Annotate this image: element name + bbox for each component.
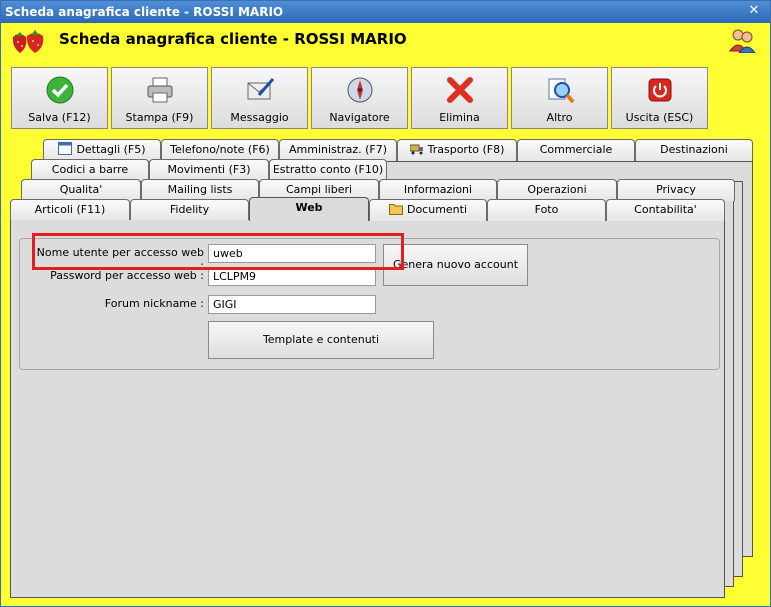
tab-label: Privacy xyxy=(656,183,696,196)
tab-label: Campi liberi xyxy=(285,183,353,196)
tab-movimenti[interactable]: Movimenti (F3) xyxy=(149,159,269,181)
check-icon xyxy=(46,76,74,104)
tab-label: Destinazioni xyxy=(660,143,728,156)
delete-label: Elimina xyxy=(439,111,480,124)
tab-fidelity[interactable]: Fidelity xyxy=(130,199,249,221)
tab-label: Mailing lists xyxy=(167,183,233,196)
exit-button[interactable]: Uscita (ESC) xyxy=(611,67,708,129)
print-button[interactable]: Stampa (F9) xyxy=(111,67,208,129)
tab-label: Articoli (F11) xyxy=(34,203,106,216)
folder-icon xyxy=(388,204,403,215)
truck-icon xyxy=(409,144,423,155)
tab-operazioni[interactable]: Operazioni xyxy=(497,179,617,201)
users-icon[interactable] xyxy=(728,27,756,53)
tab-articoli[interactable]: Articoli (F11) xyxy=(10,199,130,221)
tab-privacy[interactable]: Privacy xyxy=(617,179,735,201)
tab-label: Movimenti (F3) xyxy=(167,163,251,176)
more-label: Altro xyxy=(546,111,573,124)
delete-button[interactable]: Elimina xyxy=(411,67,508,129)
tab-documenti[interactable]: Documenti xyxy=(369,199,487,221)
tab-label: Fidelity xyxy=(169,203,210,216)
more-button[interactable]: Altro xyxy=(511,67,608,129)
tab-label: Foto xyxy=(534,203,559,216)
tab-qualita[interactable]: Qualita' xyxy=(21,179,141,201)
strawberries-icon xyxy=(12,30,44,53)
window-title: Scheda anagrafica cliente - ROSSI MARIO xyxy=(5,5,284,19)
tab-trasporto[interactable]: Trasporto (F8) xyxy=(397,139,517,161)
magnifier-icon xyxy=(548,78,575,104)
tab-label: Trasporto (F8) xyxy=(427,143,505,156)
tab-web[interactable]: Web xyxy=(249,197,369,221)
calendar-icon xyxy=(58,142,73,155)
tab-informazioni[interactable]: Informazioni xyxy=(379,179,497,201)
title-bar[interactable]: Scheda anagrafica cliente - ROSSI MARIO … xyxy=(1,1,770,23)
save-label: Salva (F12) xyxy=(28,111,91,124)
save-button[interactable]: Salva (F12) xyxy=(11,67,108,129)
print-label: Stampa (F9) xyxy=(125,111,194,124)
tab-label: Amministraz. (F7) xyxy=(288,143,388,156)
tab-commerciale[interactable]: Commerciale xyxy=(517,139,635,161)
main-window: Scheda anagrafica cliente - ROSSI MARIO … xyxy=(0,0,771,607)
mail-icon xyxy=(247,78,275,100)
message-label: Messaggio xyxy=(230,111,289,124)
compass-icon xyxy=(347,77,373,103)
tab-foto[interactable]: Foto xyxy=(487,199,606,221)
generate-account-button[interactable]: Genera nuovo account xyxy=(383,244,528,286)
nickname-field[interactable] xyxy=(208,295,376,314)
tab-mailing-lists[interactable]: Mailing lists xyxy=(141,179,259,201)
tab-codici-a-barre[interactable]: Codici a barre xyxy=(31,159,149,181)
printer-icon xyxy=(147,77,173,103)
tab-label: Operazioni xyxy=(527,183,587,196)
exit-label: Uscita (ESC) xyxy=(625,111,694,124)
tab-label: Informazioni xyxy=(403,183,473,196)
tab-label: Dettagli (F5) xyxy=(76,143,146,156)
tab-label: Commerciale xyxy=(539,143,613,156)
tab-label: Telefono/note (F6) xyxy=(170,143,270,156)
tab-label: Documenti xyxy=(406,203,468,216)
power-icon xyxy=(648,78,672,102)
tab-contabilita[interactable]: Contabilita' xyxy=(606,199,725,221)
tab-dettagli[interactable]: Dettagli (F5) xyxy=(43,139,161,161)
tab-label: Estratto conto (F10) xyxy=(272,163,384,176)
close-icon[interactable]: ✕ xyxy=(746,3,762,19)
tab-estratto-conto[interactable]: Estratto conto (F10) xyxy=(269,159,387,181)
tab-telefono-note[interactable]: Telefono/note (F6) xyxy=(161,139,279,161)
tab-destinazioni[interactable]: Destinazioni xyxy=(635,139,753,161)
navigator-label: Navigatore xyxy=(329,111,390,124)
message-button[interactable]: Messaggio xyxy=(211,67,308,129)
delete-x-icon xyxy=(447,77,473,103)
highlight-box xyxy=(32,233,404,270)
tab-amministrazione[interactable]: Amministraz. (F7) xyxy=(279,139,397,161)
password-label: Password per accesso web : xyxy=(50,269,204,282)
templates-button[interactable]: Template e contenuti xyxy=(208,321,434,359)
page-title: Scheda anagrafica cliente - ROSSI MARIO xyxy=(59,30,407,48)
tab-label: Contabilita' xyxy=(634,203,697,216)
nickname-label: Forum nickname : xyxy=(104,297,204,310)
navigator-button[interactable]: Navigatore xyxy=(311,67,408,129)
tab-label: Qualita' xyxy=(59,183,103,196)
tab-label: Codici a barre xyxy=(51,163,129,176)
tab-label: Web xyxy=(295,201,323,214)
header: Scheda anagrafica cliente - ROSSI MARIO xyxy=(1,23,770,59)
